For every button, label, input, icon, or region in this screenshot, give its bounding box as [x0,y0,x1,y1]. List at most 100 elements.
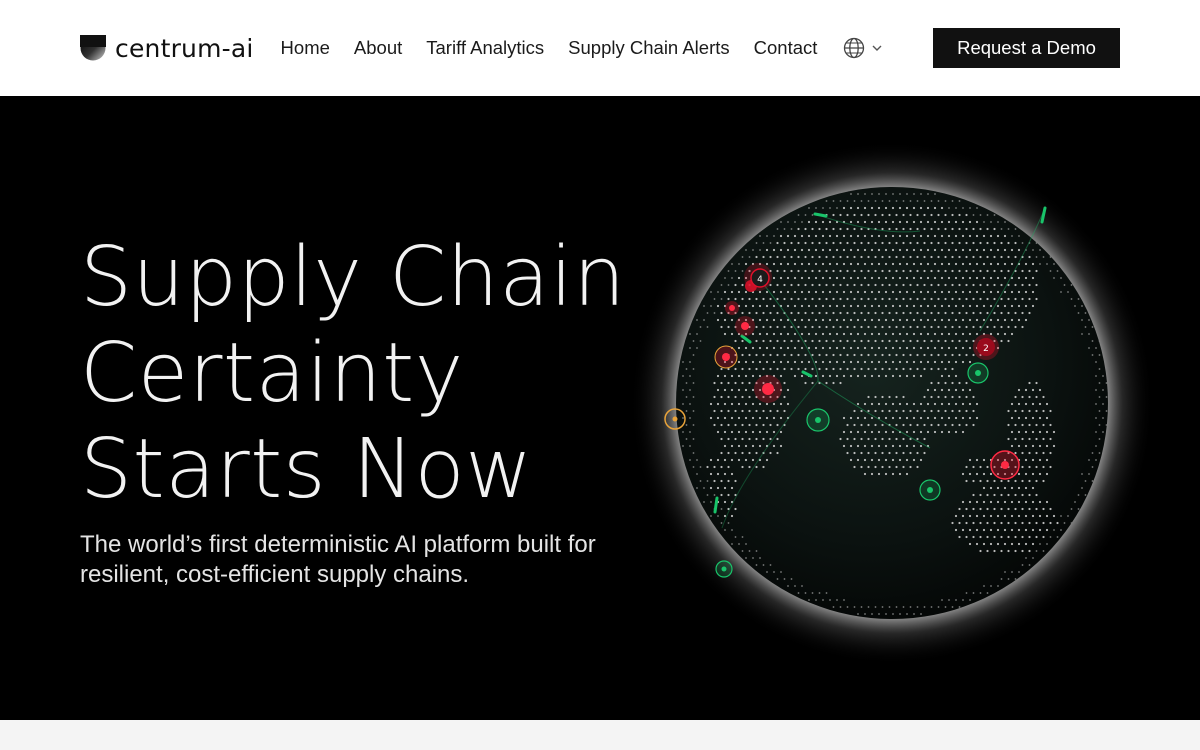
land-dot [783,409,786,413]
land-dot [1042,451,1045,455]
land-dot [779,402,783,406]
land-dot [919,416,923,420]
land-dot [818,592,821,594]
land-dot [849,234,853,238]
land-dot [926,346,930,350]
land-dot [930,423,933,427]
land-dot [853,367,856,371]
request-demo-button[interactable]: Request a Demo [933,28,1120,68]
alert-marker-red[interactable] [714,345,738,369]
nav-link-home[interactable]: Home [281,37,330,59]
land-dot [1045,514,1049,518]
land-dot [751,332,755,336]
land-dot [993,283,996,287]
land-dot [790,367,793,371]
land-dot [940,206,944,210]
land-dot [839,213,842,217]
land-dot [853,311,856,315]
land-dot [776,283,779,287]
language-selector[interactable] [843,37,883,59]
land-dot [730,444,734,448]
land-dot [762,353,765,357]
status-marker-green[interactable] [806,408,830,432]
status-marker-green[interactable] [919,479,941,501]
land-dot [853,423,856,427]
land-dot [926,402,930,406]
land-dot [765,332,769,336]
alert-marker-red[interactable] [725,301,739,315]
land-dot [1017,402,1021,406]
land-dot [940,416,944,420]
land-dot [856,332,860,336]
brand-logo[interactable]: centrum-ai [80,34,254,63]
land-dot [769,297,772,301]
land-dot [748,423,751,427]
land-dot [944,283,947,287]
land-dot [807,332,811,336]
land-dot [958,255,961,259]
land-dot [776,228,779,230]
land-dot [780,221,782,223]
land-dot [856,416,860,420]
land-dot [811,214,814,216]
nav-link-contact[interactable]: Contact [754,37,818,59]
land-dot [811,592,814,594]
land-dot [730,514,734,518]
land-dot [772,402,776,406]
land-dot [877,290,881,294]
land-dot [902,353,905,357]
nav-link-about[interactable]: About [354,37,402,59]
alert-marker-red[interactable] [735,316,755,336]
land-dot [993,269,996,273]
nav-link-supply-chain-alerts[interactable]: Supply Chain Alerts [568,37,729,59]
land-dot [961,430,965,434]
land-dot [877,262,881,266]
land-dot [1014,437,1017,441]
alert-marker-red-large[interactable] [990,450,1020,480]
land-dot [867,200,870,202]
land-dot [909,241,912,245]
land-dot [1000,283,1003,287]
land-dot [856,206,860,210]
land-dot [968,234,972,238]
land-dot [1077,298,1080,300]
land-dot [860,227,863,231]
land-dot [706,494,709,496]
land-dot [853,241,856,245]
alert-marker-red-large[interactable] [754,375,782,403]
land-dot [1017,514,1021,518]
land-dot [884,234,888,238]
land-dot [765,248,769,252]
land-dot [762,465,765,469]
land-dot [755,437,758,441]
land-dot [727,493,730,497]
land-dot [1014,493,1017,497]
nav-link-tariff-analytics[interactable]: Tariff Analytics [426,37,544,59]
land-dot [944,227,947,231]
land-dot [940,360,944,364]
alert-marker-cluster-2[interactable]: 2 [973,334,999,360]
land-dot [955,599,957,601]
land-dot [937,213,940,217]
land-dot [765,346,769,350]
land-dot [850,193,852,195]
land-dot [1095,389,1097,391]
land-dot [982,318,986,322]
land-dot [758,416,762,420]
land-dot [832,241,835,245]
status-marker-green[interactable] [967,362,989,384]
land-dot [1007,521,1010,525]
land-dot [1007,549,1010,553]
land-dot [776,423,779,427]
land-dot [884,206,888,210]
land-dot [807,276,811,280]
land-dot [972,227,975,231]
land-dot [703,487,705,489]
land-dot [1035,507,1038,511]
land-dot [692,438,695,440]
land-dot [884,262,888,266]
status-marker-green[interactable] [715,560,733,578]
land-dot [745,557,747,559]
land-dot [692,410,695,412]
land-dot [933,290,937,294]
